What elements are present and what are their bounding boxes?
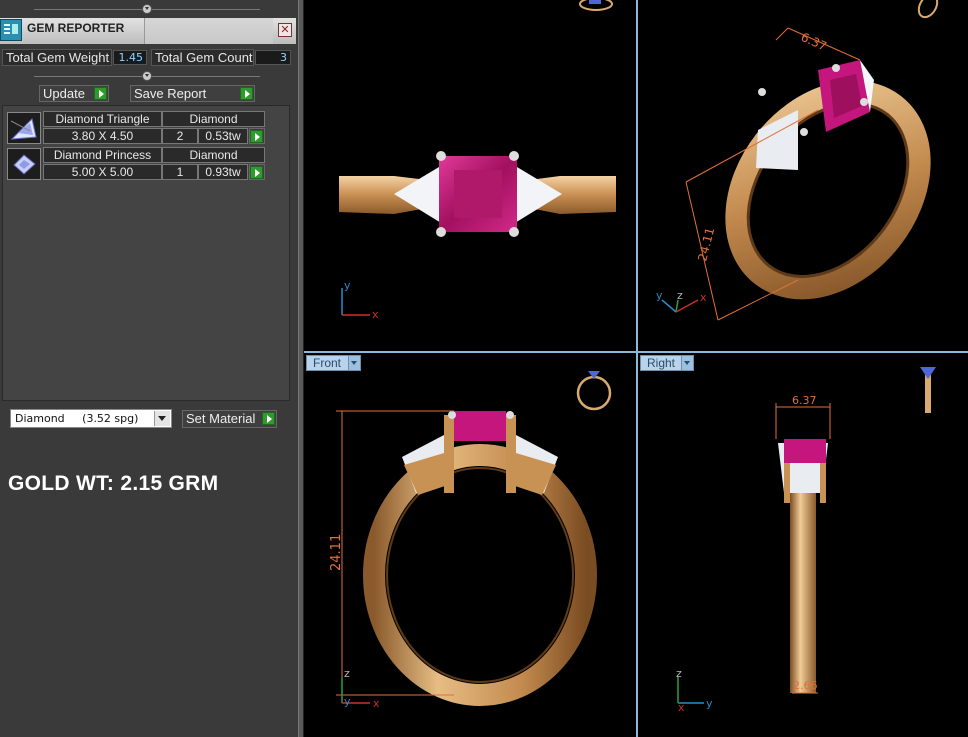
- orientation-mini-ring-icon: [579, 0, 613, 11]
- set-material-label: Set Material: [186, 411, 256, 426]
- gem-list: Diamond Triangle Diamond 3.80 X 4.50 2 0…: [2, 105, 290, 401]
- total-gem-weight-value: 1.45: [113, 50, 147, 65]
- perspective-viewport[interactable]: 6.37 24.11 y z x: [638, 0, 968, 351]
- ring-right-view: [778, 439, 828, 693]
- viewport-divider-vertical[interactable]: [636, 0, 638, 737]
- axis-y-label: y: [706, 697, 713, 710]
- view-selector-right[interactable]: Right: [640, 355, 694, 371]
- total-gem-count-label: Total Gem Count: [151, 49, 254, 66]
- right-viewport[interactable]: 6.37 2.66 z x y Right: [638, 353, 968, 737]
- axis-gizmo: [677, 677, 704, 704]
- axis-z-label: z: [676, 667, 682, 680]
- gem-row-go-button[interactable]: [249, 164, 265, 180]
- ring-top-view: [339, 151, 616, 237]
- gold-weight-text: GOLD WT: 2.15 GRM: [8, 472, 219, 495]
- dimension-top-label: 6.37: [792, 394, 817, 407]
- ring-perspective-view: [725, 60, 931, 300]
- gem-material: Diamond: [162, 147, 265, 163]
- axis-z-label: z: [344, 667, 350, 680]
- dimension-width-label: 6.37: [799, 30, 829, 54]
- view-selector-label: Right: [647, 356, 676, 370]
- play-arrow-icon: [250, 130, 263, 143]
- gem-count: 2: [162, 128, 198, 144]
- axis-gizmo: [341, 288, 370, 316]
- material-select[interactable]: Diamond (3.52 spg): [10, 409, 172, 428]
- axis-z-label: z: [677, 289, 683, 302]
- play-arrow-icon: [240, 87, 253, 100]
- top-viewport[interactable]: y x: [304, 0, 636, 351]
- view-selector-label: Front: [313, 356, 342, 370]
- dimension-bottom-label: 2.66: [793, 679, 818, 692]
- chevron-down-icon[interactable]: [348, 356, 360, 370]
- axis-x-label: x: [678, 701, 685, 714]
- orientation-mini-ring-icon: [576, 371, 612, 411]
- viewport-divider-horizontal[interactable]: [304, 351, 968, 353]
- total-gem-count-value: 3: [255, 50, 291, 65]
- update-button[interactable]: Update: [39, 85, 109, 102]
- panel-mid-slider-knob[interactable]: [142, 71, 152, 81]
- gem-name: Diamond Triangle: [43, 111, 162, 127]
- gem-row[interactable]: Diamond Princess Diamond 5.00 X 5.00 1 0…: [7, 147, 265, 181]
- panel-top-slider: [0, 0, 298, 18]
- gem-reporter-panel: GEM REPORTER ✕ Total Gem Weight 1.45 Tot…: [0, 0, 298, 737]
- chevron-down-icon[interactable]: [154, 411, 170, 426]
- save-report-button[interactable]: Save Report: [130, 85, 255, 102]
- triangle-gem-icon: [7, 112, 41, 144]
- update-label: Update: [43, 86, 85, 101]
- axis-x-label: x: [700, 291, 707, 304]
- dimension-height-label: 24.11: [329, 534, 344, 571]
- save-report-label: Save Report: [134, 86, 207, 101]
- orientation-mini-ring-icon: [917, 0, 939, 19]
- play-arrow-icon: [262, 412, 275, 425]
- gem-row[interactable]: Diamond Triangle Diamond 3.80 X 4.50 2 0…: [7, 111, 265, 145]
- gem-count: 1: [162, 164, 198, 180]
- gem-material: Diamond: [162, 111, 265, 127]
- gem-weight: 0.93tw: [198, 164, 248, 180]
- slider-knob[interactable]: [142, 4, 152, 14]
- gem-reporter-icon: [0, 19, 22, 41]
- panel-titlebar: GEM REPORTER ✕: [0, 18, 296, 44]
- close-icon[interactable]: ✕: [278, 23, 292, 37]
- total-gem-weight-label: Total Gem Weight: [2, 49, 112, 66]
- gem-name: Diamond Princess: [43, 147, 162, 163]
- titlebar-tab: [144, 18, 273, 44]
- chevron-down-icon[interactable]: [681, 356, 693, 370]
- orientation-mini-ring-icon: [920, 367, 936, 413]
- play-arrow-icon: [250, 166, 263, 179]
- gem-size: 3.80 X 4.50: [43, 128, 162, 144]
- axis-y-label: y: [344, 279, 351, 292]
- princess-gem-icon: [7, 148, 41, 180]
- material-select-value: Diamond (3.52 spg): [15, 412, 139, 425]
- ring-front-view: [363, 411, 597, 706]
- axis-x-label: x: [373, 697, 380, 710]
- panel-title: GEM REPORTER: [27, 21, 125, 35]
- axis-y-label: y: [656, 289, 663, 302]
- view-selector-front[interactable]: Front: [306, 355, 361, 371]
- set-material-button[interactable]: Set Material: [182, 410, 277, 428]
- dimension-height-label: 24.11: [695, 226, 717, 263]
- gem-size: 5.00 X 5.00: [43, 164, 162, 180]
- gem-weight: 0.53tw: [198, 128, 248, 144]
- axis-x-label: x: [372, 308, 379, 321]
- front-viewport[interactable]: 24.11 z y x Front: [304, 353, 636, 737]
- axis-y-label: y: [344, 695, 351, 708]
- gem-row-go-button[interactable]: [249, 128, 265, 144]
- play-arrow-icon: [94, 87, 107, 100]
